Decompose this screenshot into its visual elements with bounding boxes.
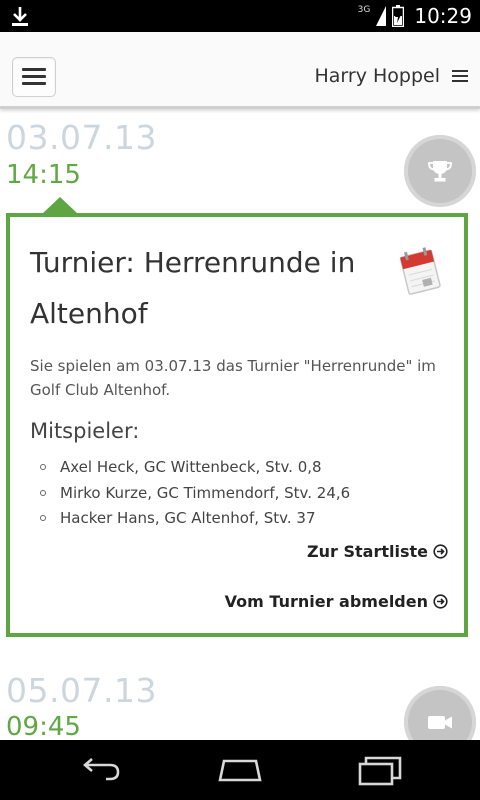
entry-time: 14:15 bbox=[6, 160, 81, 190]
entry-date: 03.07.13 bbox=[6, 118, 157, 157]
unsubscribe-link-label: Vom Turnier abmelden bbox=[224, 592, 428, 611]
players-list: Axel Heck, GC Wittenbeck, Stv. 0,8 Mirko… bbox=[30, 455, 350, 532]
entry-type-button[interactable] bbox=[404, 135, 476, 207]
list-menu-icon[interactable] bbox=[452, 70, 468, 84]
card-title: Turnier: Herrenrunde in Altenhof bbox=[30, 246, 356, 330]
network-type: 3G bbox=[357, 5, 371, 15]
circle-arrow-right-icon bbox=[433, 594, 448, 609]
menu-button[interactable] bbox=[12, 57, 56, 97]
player-item: Hacker Hans, GC Altenhof, Stv. 37 bbox=[30, 506, 350, 532]
signal-icon bbox=[376, 6, 387, 26]
player-item: Mirko Kurze, GC Timmendorf, Stv. 24,6 bbox=[30, 481, 350, 507]
card-description: Sie spielen am 03.07.13 das Turnier "Her… bbox=[30, 357, 436, 399]
clock: 10:29 bbox=[414, 4, 472, 28]
user-name[interactable]: Harry Hoppel bbox=[314, 65, 440, 87]
trophy-icon bbox=[428, 161, 452, 182]
video-camera-icon bbox=[428, 716, 452, 729]
player-item: Axel Heck, GC Wittenbeck, Stv. 0,8 bbox=[30, 455, 350, 481]
calendar-icon[interactable] bbox=[398, 245, 444, 297]
startlist-link-label: Zur Startliste bbox=[307, 542, 428, 561]
navigation-bar bbox=[0, 740, 480, 800]
players-heading: Mitspieler: bbox=[30, 419, 140, 443]
circle-arrow-right-icon bbox=[433, 544, 448, 559]
battery-icon bbox=[392, 5, 405, 27]
recent-apps-icon[interactable] bbox=[356, 752, 404, 788]
back-icon[interactable] bbox=[76, 752, 124, 788]
download-icon bbox=[12, 7, 28, 26]
app-header: Harry Hoppel bbox=[0, 32, 480, 109]
card-pointer bbox=[42, 197, 78, 214]
unsubscribe-link[interactable]: Vom Turnier abmelden bbox=[225, 592, 448, 611]
status-bar: 3G 10:29 bbox=[0, 0, 480, 32]
entry-date: 05.07.13 bbox=[6, 671, 157, 710]
tournament-card: Turnier: Herrenrunde in Altenhof Sie spi… bbox=[6, 213, 468, 637]
home-icon[interactable] bbox=[216, 752, 264, 788]
startlist-link[interactable]: Zur Startliste bbox=[307, 542, 448, 561]
entry-time: 09:45 bbox=[6, 712, 81, 742]
